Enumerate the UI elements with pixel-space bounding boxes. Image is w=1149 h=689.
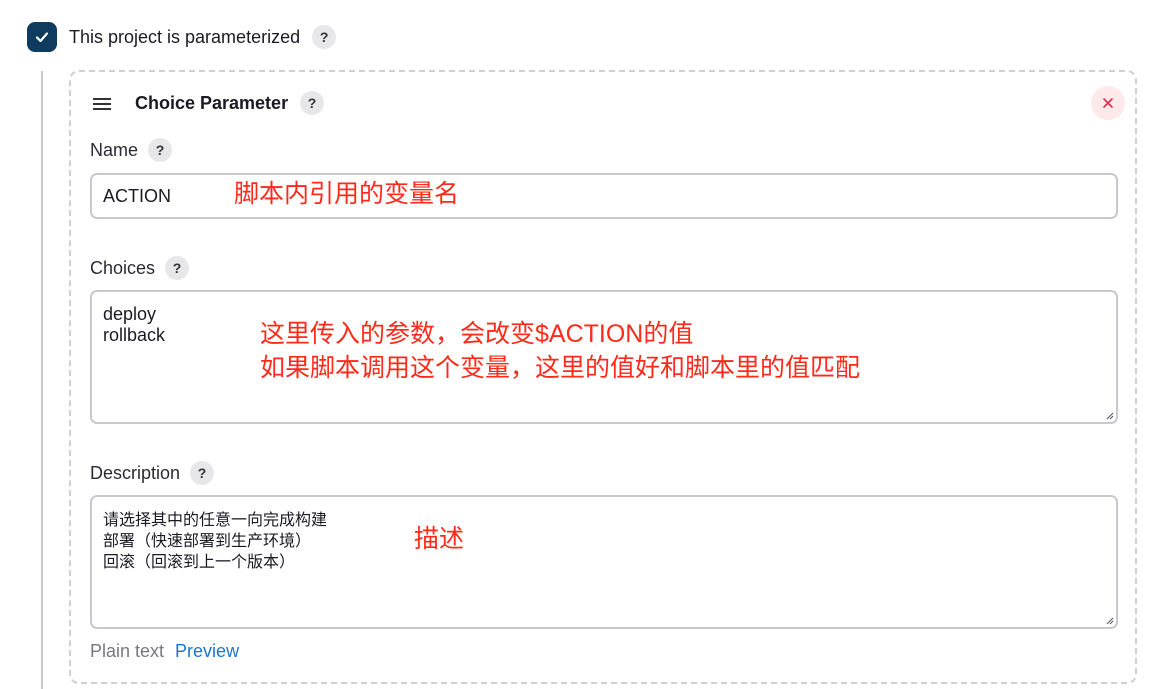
parameterized-checkbox[interactable]	[27, 22, 57, 52]
delete-parameter-button[interactable]	[1091, 86, 1125, 120]
preview-link[interactable]: Preview	[175, 641, 239, 662]
resize-handle-icon[interactable]	[1104, 410, 1114, 420]
parameterized-label: This project is parameterized	[69, 26, 301, 47]
name-label-text: Name	[90, 139, 139, 160]
choices-text: deploy rollback	[103, 304, 166, 345]
card-title-help-icon[interactable]: ?	[300, 91, 325, 115]
description-help-icon[interactable]: ?	[190, 461, 215, 485]
choice-parameter-card: Choice Parameter ? Name ? 脚本内引用的变量名 Choi…	[69, 70, 1137, 684]
description-textarea[interactable]: 请选择其中的任意一向完成构建 部署（快速部署到生产环境） 回滚（回滚到上一个版本…	[90, 495, 1118, 629]
choices-help-icon[interactable]: ?	[165, 256, 190, 280]
check-icon	[35, 32, 49, 43]
description-label-text: Description	[90, 462, 181, 483]
plain-text-label: Plain text	[90, 641, 165, 661]
name-annotation: 脚本内引用的变量名	[234, 180, 460, 208]
card-title-text: Choice Parameter	[135, 92, 289, 113]
parameterized-row: This project is parameterized ?	[27, 22, 337, 52]
name-help-icon[interactable]: ?	[148, 138, 173, 162]
resize-handle-icon[interactable]	[1104, 615, 1114, 625]
choices-label: Choices ?	[90, 256, 190, 280]
drag-handle-icon[interactable]	[93, 98, 111, 110]
description-text: 请选择其中的任意一向完成构建 部署（快速部署到生产环境） 回滚（回滚到上一个版本…	[103, 512, 328, 571]
description-annotation: 描述	[414, 525, 465, 553]
description-format-links: Plain text Preview	[90, 641, 239, 662]
description-label: Description ?	[90, 461, 215, 485]
choices-label-text: Choices	[90, 257, 156, 278]
close-icon	[1103, 98, 1113, 108]
section-divider	[41, 71, 43, 689]
name-label: Name ?	[90, 138, 173, 162]
parameterized-help-icon[interactable]: ?	[312, 25, 337, 49]
choices-annotation: 这里传入的参数，会改变$ACTION的值 如果脚本调用这个变量，这里的值好和脚本…	[260, 320, 861, 382]
card-title: Choice Parameter ?	[135, 91, 325, 115]
